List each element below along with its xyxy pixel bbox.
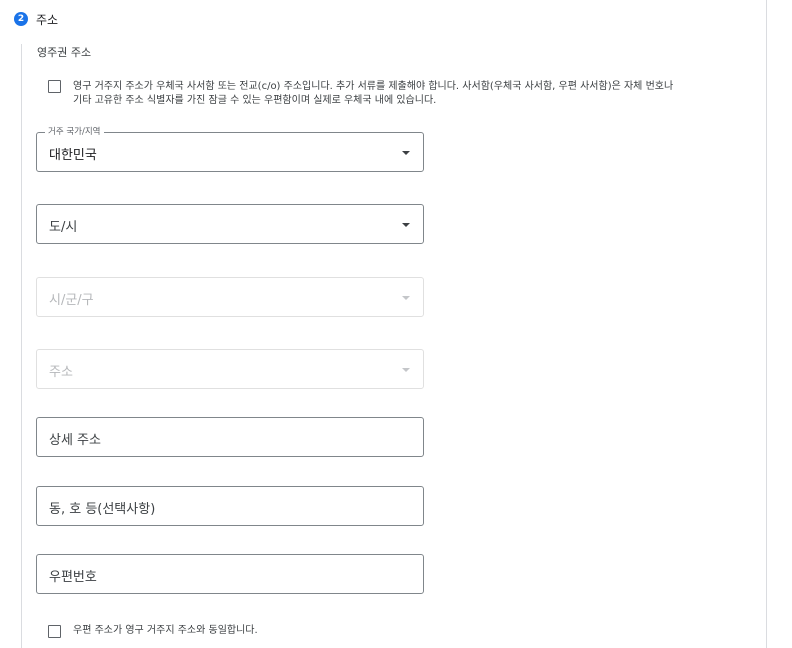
dropdown-arrow-icon <box>402 223 410 227</box>
country-field-label: 거주 국가/지역 <box>45 126 104 138</box>
po-box-label-line1: 영구 거주지 주소가 우체국 사서함 또는 전교(c/o) 주소입니다. 추가 … <box>73 81 674 92</box>
dropdown-arrow-icon <box>402 151 410 155</box>
detail-address-input[interactable]: 상세 주소 <box>36 417 424 457</box>
po-box-checkbox-label: 영구 거주지 주소가 우체국 사서함 또는 전교(c/o) 주소입니다. 추가 … <box>73 80 753 108</box>
po-box-checkbox[interactable] <box>48 80 61 93</box>
dropdown-arrow-icon <box>402 368 410 372</box>
city-placeholder: 시/군/구 <box>49 293 94 308</box>
country-select[interactable]: 거주 국가/지역 대한민국 <box>36 126 424 172</box>
dropdown-arrow-icon <box>402 296 410 300</box>
address-placeholder: 주소 <box>49 365 73 380</box>
unit-placeholder: 동, 호 등(선택사항) <box>49 502 156 517</box>
panel-right-border <box>766 0 767 648</box>
province-select[interactable]: 도/시 <box>36 204 424 244</box>
postal-code-placeholder: 우편번호 <box>49 570 97 585</box>
po-box-label-line2: 기타 고유한 주소 식별자를 가진 잠글 수 있는 우편함이며 실제로 우체국 … <box>73 95 437 106</box>
address-select: 주소 <box>36 349 424 389</box>
step-header: 2 주소 <box>14 10 58 28</box>
province-placeholder: 도/시 <box>49 220 78 235</box>
same-address-label: 우편 주소가 영구 거주지 주소와 동일합니다. <box>73 625 258 636</box>
country-value: 대한민국 <box>49 148 97 163</box>
section-label: 영주권 주소 <box>37 46 92 59</box>
section-divider <box>21 44 22 648</box>
unit-input[interactable]: 동, 호 등(선택사항) <box>36 486 424 526</box>
step-title: 주소 <box>36 12 59 27</box>
same-address-checkbox[interactable] <box>48 625 61 638</box>
detail-address-placeholder: 상세 주소 <box>49 433 101 448</box>
step-number-badge: 2 <box>14 12 28 26</box>
postal-code-input[interactable]: 우편번호 <box>36 554 424 594</box>
city-select: 시/군/구 <box>36 277 424 317</box>
